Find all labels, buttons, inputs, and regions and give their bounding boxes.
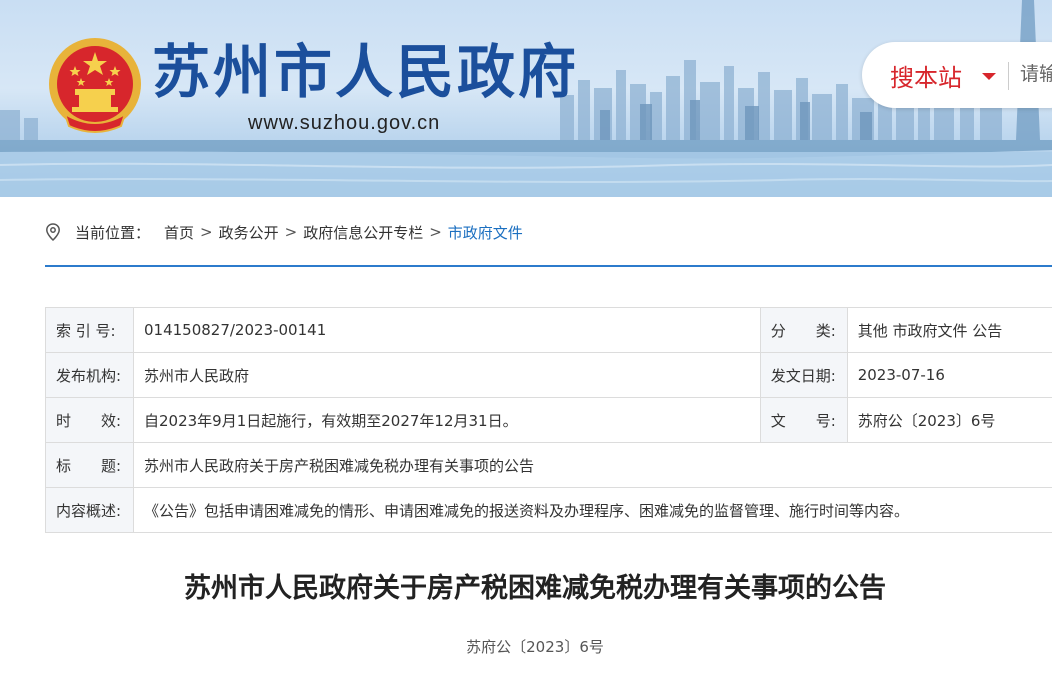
date-label: 发文日期: [759, 352, 848, 398]
search-divider [1008, 62, 1009, 90]
national-emblem-logo [49, 38, 141, 133]
article-title: 苏州市人民政府关于房产税困难减免税办理有关事项的公告 [184, 573, 886, 604]
table-row: 索 引 号: 014150827/2023-00141 分 类: 其他 市政府文… [45, 307, 1052, 353]
validity-label: 时 效: [45, 397, 134, 443]
header-banner: 苏州市人民政府 www.suzhou.gov.cn 搜本站 [0, 0, 1052, 197]
validity-value: 自2023年9月1日起施行，有效期至2027年12月31日。 [132, 397, 761, 443]
search-box: 搜本站 [862, 42, 1052, 108]
site-title: 苏州市人民政府 [152, 38, 580, 106]
table-row: 发布机构: 苏州市人民政府 发文日期: 2023-07-16 [45, 352, 1052, 398]
index-label: 索 引 号: [45, 307, 134, 353]
breadcrumb-prefix: 当前位置： [75, 223, 151, 242]
breadcrumb-current-link[interactable]: 市政府文件 [448, 222, 523, 243]
search-input[interactable] [1020, 58, 1052, 90]
breadcrumb-separator: > [429, 223, 442, 241]
breadcrumb-info-column-link[interactable]: 政府信息公开专栏 [303, 222, 423, 243]
breadcrumb-divider [45, 265, 1052, 267]
category-label: 分 类: [759, 307, 848, 353]
category-value: 其他 市政府文件 公告 [846, 307, 1052, 353]
date-value: 2023-07-16 [846, 352, 1052, 398]
breadcrumb: 当前位置： 首页 > 政务公开 > 政府信息公开专栏 > 市政府文件 [45, 219, 523, 245]
index-value: 014150827/2023-00141 [132, 307, 761, 353]
title-value: 苏州市人民政府关于房产税困难减免税办理有关事项的公告 [132, 442, 1052, 488]
title-label: 标 题: [45, 442, 134, 488]
summary-value: 《公告》包括申请困难减免的情形、申请困难减免的报送资料及办理程序、困难减免的监督… [132, 487, 1052, 533]
table-row: 时 效: 自2023年9月1日起施行，有效期至2027年12月31日。 文 号:… [45, 397, 1052, 443]
doc-number-value: 苏府公〔2023〕6号 [846, 397, 1052, 443]
table-row: 标 题: 苏州市人民政府关于房产税困难减免税办理有关事项的公告 [45, 442, 1052, 488]
summary-label: 内容概述: [45, 487, 134, 533]
table-row: 内容概述: 《公告》包括申请困难减免的情形、申请困难减免的报送资料及办理程序、困… [45, 487, 1052, 533]
breadcrumb-separator: > [200, 223, 213, 241]
location-pin-icon [46, 223, 60, 241]
caret-down-icon[interactable] [982, 73, 996, 80]
search-scope-dropdown[interactable]: 搜本站 [890, 58, 962, 93]
publisher-value: 苏州市人民政府 [132, 352, 761, 398]
publisher-label: 发布机构: [45, 352, 134, 398]
document-info-table: 索 引 号: 014150827/2023-00141 分 类: 其他 市政府文… [45, 307, 1052, 533]
breadcrumb-gov-affairs-link[interactable]: 政务公开 [219, 222, 279, 243]
article-doc-number: 苏府公〔2023〕6号 [466, 638, 604, 656]
site-url: www.suzhou.gov.cn [248, 112, 441, 134]
breadcrumb-home-link[interactable]: 首页 [164, 222, 194, 243]
breadcrumb-separator: > [284, 223, 298, 241]
doc-number-label: 文 号: [759, 397, 848, 443]
